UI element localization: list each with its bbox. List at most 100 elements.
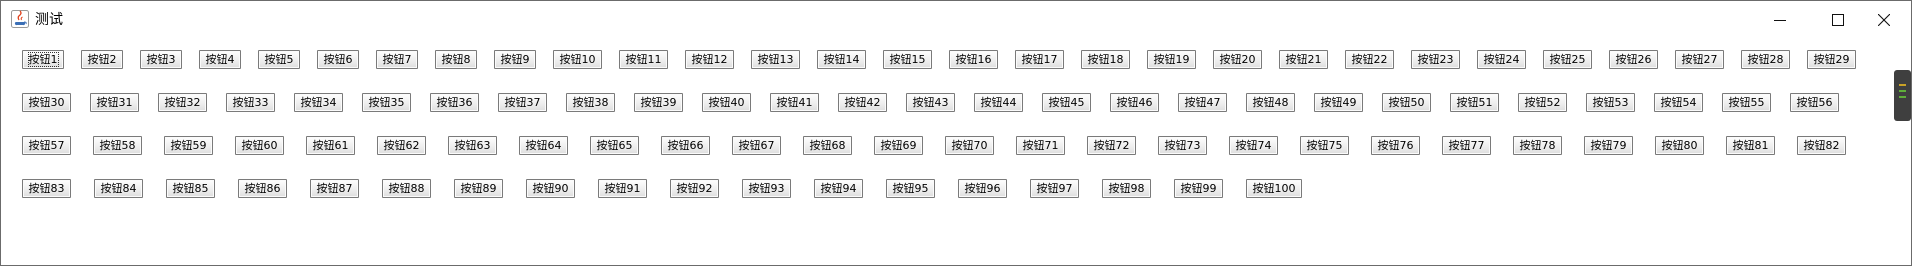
button-21[interactable]: 按钮21 xyxy=(1279,50,1328,69)
button-27[interactable]: 按钮27 xyxy=(1675,50,1724,69)
button-89[interactable]: 按钮89 xyxy=(454,179,503,198)
button-85[interactable]: 按钮85 xyxy=(166,179,215,198)
button-40[interactable]: 按钮40 xyxy=(702,93,751,112)
button-61[interactable]: 按钮61 xyxy=(306,136,355,155)
button-31[interactable]: 按钮31 xyxy=(90,93,139,112)
button-71[interactable]: 按钮71 xyxy=(1016,136,1065,155)
button-50[interactable]: 按钮50 xyxy=(1382,93,1431,112)
button-24[interactable]: 按钮24 xyxy=(1477,50,1526,69)
button-88[interactable]: 按钮88 xyxy=(382,179,431,198)
button-43[interactable]: 按钮43 xyxy=(906,93,955,112)
button-74[interactable]: 按钮74 xyxy=(1229,136,1278,155)
button-96[interactable]: 按钮96 xyxy=(958,179,1007,198)
button-5[interactable]: 按钮5 xyxy=(258,50,300,69)
button-4[interactable]: 按钮4 xyxy=(199,50,241,69)
button-3[interactable]: 按钮3 xyxy=(140,50,182,69)
button-75[interactable]: 按钮75 xyxy=(1300,136,1349,155)
button-62[interactable]: 按钮62 xyxy=(377,136,426,155)
button-49[interactable]: 按钮49 xyxy=(1314,93,1363,112)
button-25[interactable]: 按钮25 xyxy=(1543,50,1592,69)
button-15[interactable]: 按钮15 xyxy=(883,50,932,69)
button-51[interactable]: 按钮51 xyxy=(1450,93,1499,112)
button-42[interactable]: 按钮42 xyxy=(838,93,887,112)
button-1[interactable]: 按钮1 xyxy=(22,50,64,69)
button-91[interactable]: 按钮91 xyxy=(598,179,647,198)
button-95[interactable]: 按钮95 xyxy=(886,179,935,198)
button-65[interactable]: 按钮65 xyxy=(590,136,639,155)
button-32[interactable]: 按钮32 xyxy=(158,93,207,112)
button-63[interactable]: 按钮63 xyxy=(448,136,497,155)
button-10[interactable]: 按钮10 xyxy=(553,50,602,69)
button-82[interactable]: 按钮82 xyxy=(1797,136,1846,155)
button-36[interactable]: 按钮36 xyxy=(430,93,479,112)
button-29[interactable]: 按钮29 xyxy=(1807,50,1856,69)
button-99[interactable]: 按钮99 xyxy=(1174,179,1223,198)
button-14[interactable]: 按钮14 xyxy=(817,50,866,69)
button-87[interactable]: 按钮87 xyxy=(310,179,359,198)
button-20[interactable]: 按钮20 xyxy=(1213,50,1262,69)
button-35[interactable]: 按钮35 xyxy=(362,93,411,112)
button-79[interactable]: 按钮79 xyxy=(1584,136,1633,155)
button-7[interactable]: 按钮7 xyxy=(376,50,418,69)
title-bar[interactable]: 测试 xyxy=(1,1,1911,39)
button-33[interactable]: 按钮33 xyxy=(226,93,275,112)
button-48[interactable]: 按钮48 xyxy=(1246,93,1295,112)
button-80[interactable]: 按钮80 xyxy=(1655,136,1704,155)
button-30[interactable]: 按钮30 xyxy=(22,93,71,112)
button-59[interactable]: 按钮59 xyxy=(164,136,213,155)
button-92[interactable]: 按钮92 xyxy=(670,179,719,198)
button-86[interactable]: 按钮86 xyxy=(238,179,287,198)
button-34[interactable]: 按钮34 xyxy=(294,93,343,112)
button-90[interactable]: 按钮90 xyxy=(526,179,575,198)
button-37[interactable]: 按钮37 xyxy=(498,93,547,112)
minimize-button[interactable] xyxy=(1751,1,1809,39)
button-77[interactable]: 按钮77 xyxy=(1442,136,1491,155)
button-41[interactable]: 按钮41 xyxy=(770,93,819,112)
button-12[interactable]: 按钮12 xyxy=(685,50,734,69)
button-72[interactable]: 按钮72 xyxy=(1087,136,1136,155)
button-28[interactable]: 按钮28 xyxy=(1741,50,1790,69)
button-54[interactable]: 按钮54 xyxy=(1654,93,1703,112)
close-button[interactable] xyxy=(1855,1,1912,39)
button-6[interactable]: 按钮6 xyxy=(317,50,359,69)
button-97[interactable]: 按钮97 xyxy=(1030,179,1079,198)
button-46[interactable]: 按钮46 xyxy=(1110,93,1159,112)
button-78[interactable]: 按钮78 xyxy=(1513,136,1562,155)
button-98[interactable]: 按钮98 xyxy=(1102,179,1151,198)
button-18[interactable]: 按钮18 xyxy=(1081,50,1130,69)
button-38[interactable]: 按钮38 xyxy=(566,93,615,112)
button-93[interactable]: 按钮93 xyxy=(742,179,791,198)
button-26[interactable]: 按钮26 xyxy=(1609,50,1658,69)
button-60[interactable]: 按钮60 xyxy=(235,136,284,155)
button-23[interactable]: 按钮23 xyxy=(1411,50,1460,69)
button-76[interactable]: 按钮76 xyxy=(1371,136,1420,155)
button-69[interactable]: 按钮69 xyxy=(874,136,923,155)
button-83[interactable]: 按钮83 xyxy=(22,179,71,198)
button-73[interactable]: 按钮73 xyxy=(1158,136,1207,155)
button-100[interactable]: 按钮100 xyxy=(1246,179,1302,198)
button-55[interactable]: 按钮55 xyxy=(1722,93,1771,112)
button-13[interactable]: 按钮13 xyxy=(751,50,800,69)
button-68[interactable]: 按钮68 xyxy=(803,136,852,155)
button-39[interactable]: 按钮39 xyxy=(634,93,683,112)
button-81[interactable]: 按钮81 xyxy=(1726,136,1775,155)
button-2[interactable]: 按钮2 xyxy=(81,50,123,69)
button-84[interactable]: 按钮84 xyxy=(94,179,143,198)
side-scroll-grip[interactable] xyxy=(1894,70,1911,121)
button-64[interactable]: 按钮64 xyxy=(519,136,568,155)
button-9[interactable]: 按钮9 xyxy=(494,50,536,69)
button-70[interactable]: 按钮70 xyxy=(945,136,994,155)
button-44[interactable]: 按钮44 xyxy=(974,93,1023,112)
button-47[interactable]: 按钮47 xyxy=(1178,93,1227,112)
button-94[interactable]: 按钮94 xyxy=(814,179,863,198)
button-17[interactable]: 按钮17 xyxy=(1015,50,1064,69)
button-22[interactable]: 按钮22 xyxy=(1345,50,1394,69)
button-11[interactable]: 按钮11 xyxy=(619,50,668,69)
button-57[interactable]: 按钮57 xyxy=(22,136,71,155)
button-67[interactable]: 按钮67 xyxy=(732,136,781,155)
button-66[interactable]: 按钮66 xyxy=(661,136,710,155)
button-8[interactable]: 按钮8 xyxy=(435,50,477,69)
button-53[interactable]: 按钮53 xyxy=(1586,93,1635,112)
button-19[interactable]: 按钮19 xyxy=(1147,50,1196,69)
button-16[interactable]: 按钮16 xyxy=(949,50,998,69)
